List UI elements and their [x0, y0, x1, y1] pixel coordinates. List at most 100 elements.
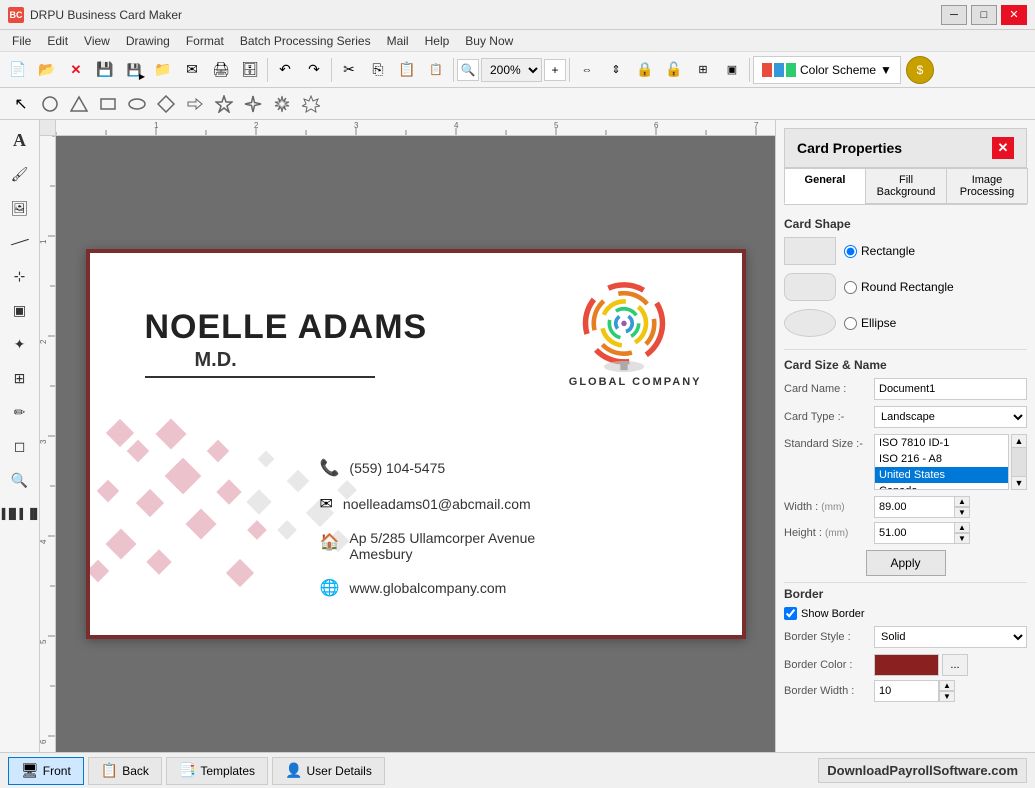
color-scheme-button[interactable]: Color Scheme ▼ [753, 56, 901, 84]
save-as-button[interactable]: 💾▶ [120, 56, 148, 84]
business-card[interactable]: NOELLE ADAMS M.D. [86, 249, 746, 639]
listbox-scroll-down[interactable]: ▼ [1011, 476, 1027, 490]
border-style-select[interactable]: Solid Dashed Dotted [874, 626, 1027, 648]
email-button[interactable]: ✉ [178, 56, 206, 84]
close-file-button[interactable]: ✕ [62, 56, 90, 84]
paste-button[interactable]: 📋 [393, 56, 421, 84]
apply-button[interactable]: Apply [866, 550, 946, 576]
arrow-tool[interactable] [182, 91, 208, 117]
copy-button[interactable]: ⎘ [364, 56, 392, 84]
size-item-4[interactable]: Canada [875, 483, 1008, 490]
size-item-2[interactable]: ISO 216 - A8 [875, 451, 1008, 467]
redo-button[interactable]: ↷ [300, 56, 328, 84]
pointer-tool[interactable]: ↖ [8, 91, 34, 117]
flip-v-button[interactable]: ⇕ [602, 56, 630, 84]
menu-format[interactable]: Format [178, 32, 232, 50]
starburst-tool[interactable] [269, 91, 295, 117]
border-width-up[interactable]: ▲ [939, 680, 955, 691]
close-button[interactable]: ✕ [1001, 5, 1027, 25]
db-button[interactable]: 🗄 [236, 56, 264, 84]
width-input[interactable] [874, 496, 954, 518]
card-name-row: Card Name : [784, 378, 1027, 400]
listbox-scroll-up[interactable]: ▲ [1011, 434, 1027, 448]
arrange-button[interactable]: ▣ [718, 56, 746, 84]
rect-tool[interactable] [95, 91, 121, 117]
diamond-tool[interactable] [153, 91, 179, 117]
tab-general[interactable]: General [784, 168, 866, 204]
front-tab-button[interactable]: 🖥 Front [8, 757, 84, 785]
height-down[interactable]: ▼ [954, 533, 970, 544]
minimize-button[interactable]: ─ [941, 5, 967, 25]
layers-tool[interactable]: ▣ [4, 294, 36, 326]
zoom-in-button[interactable]: + [544, 59, 566, 81]
show-border-checkbox[interactable] [784, 607, 797, 620]
zoom-tool[interactable]: 🔍 [4, 464, 36, 496]
circle-tool[interactable] [37, 91, 63, 117]
round-rect-radio-label[interactable]: Round Rectangle [844, 280, 954, 294]
grid-button[interactable]: ⊞ [689, 56, 717, 84]
effects-tool[interactable]: ✦ [4, 328, 36, 360]
star5-tool[interactable] [211, 91, 237, 117]
menu-file[interactable]: File [4, 32, 39, 50]
show-border-row[interactable]: Show Border [784, 607, 1027, 620]
menu-buynow[interactable]: Buy Now [457, 32, 521, 50]
border-width-input[interactable] [874, 680, 939, 702]
ellipse-radio[interactable] [844, 317, 857, 330]
open2-button[interactable]: 📁 [149, 56, 177, 84]
menu-edit[interactable]: Edit [39, 32, 76, 50]
menu-help[interactable]: Help [417, 32, 458, 50]
open-button[interactable]: 📂 [33, 56, 61, 84]
size-item-3[interactable]: United States [875, 467, 1008, 483]
border-color-picker-button[interactable]: ... [942, 654, 968, 676]
triangle-tool[interactable] [66, 91, 92, 117]
menu-mail[interactable]: Mail [379, 32, 417, 50]
card-name-input[interactable] [874, 378, 1027, 400]
panel-close-button[interactable]: ✕ [992, 137, 1014, 159]
card-type-select[interactable]: Portrait Landscape [874, 406, 1027, 428]
height-input[interactable] [874, 522, 954, 544]
pencil-tool[interactable]: ✏ [4, 396, 36, 428]
menu-drawing[interactable]: Drawing [118, 32, 178, 50]
eraser-tool[interactable]: ◻ [4, 430, 36, 462]
width-down[interactable]: ▼ [954, 507, 970, 518]
star4-tool[interactable] [240, 91, 266, 117]
premium-button[interactable]: $ [906, 56, 934, 84]
badge-tool[interactable] [298, 91, 324, 117]
back-tab-button[interactable]: 📋 Back [88, 757, 162, 785]
width-up[interactable]: ▲ [954, 496, 970, 507]
height-up[interactable]: ▲ [954, 522, 970, 533]
paint-tool[interactable]: 🖌 [4, 158, 36, 190]
save-button[interactable]: 💾 [91, 56, 119, 84]
canvas-area[interactable]: NOELLE ADAMS M.D. [56, 136, 775, 752]
tab-fill-background[interactable]: Fill Background [865, 168, 947, 204]
standard-size-listbox[interactable]: ISO 7810 ID-1 ISO 216 - A8 United States… [874, 434, 1009, 490]
user-details-tab-button[interactable]: 👤 User Details [272, 757, 385, 785]
menu-view[interactable]: View [76, 32, 118, 50]
rect-radio-label[interactable]: Rectangle [844, 244, 915, 258]
cut-button[interactable]: ✂ [335, 56, 363, 84]
lock-button[interactable]: 🔒 [631, 56, 659, 84]
zoom-select[interactable]: 200% 100% 150% [481, 58, 542, 82]
undo-button[interactable]: ↶ [271, 56, 299, 84]
rect-radio[interactable] [844, 245, 857, 258]
unlock-button[interactable]: 🔓 [660, 56, 688, 84]
menu-batch[interactable]: Batch Processing Series [232, 32, 379, 50]
ellipse-radio-label[interactable]: Ellipse [844, 316, 896, 330]
new-button[interactable]: 📄 [4, 56, 32, 84]
barcode-tool[interactable]: ▐▐▌▌▐▌ [4, 498, 36, 530]
tab-image-processing[interactable]: Image Processing [946, 168, 1028, 204]
size-item-1[interactable]: ISO 7810 ID-1 [875, 435, 1008, 451]
crop-tool[interactable]: ⊞ [4, 362, 36, 394]
round-rect-radio[interactable] [844, 281, 857, 294]
zoom-out-button[interactable]: 🔍 [457, 59, 479, 81]
maximize-button[interactable]: □ [971, 5, 997, 25]
templates-tab-button[interactable]: 📑 Templates [166, 757, 268, 785]
border-color-swatch[interactable] [874, 654, 939, 676]
text-tool[interactable]: A [4, 124, 36, 156]
paste2-button[interactable]: 📋 [422, 56, 450, 84]
oval-tool[interactable] [124, 91, 150, 117]
print-button[interactable]: 🖨 [207, 56, 235, 84]
line-tool[interactable]: ╱ [0, 219, 42, 264]
border-width-down[interactable]: ▼ [939, 691, 955, 702]
flip-h-button[interactable]: ⇔ [573, 56, 601, 84]
